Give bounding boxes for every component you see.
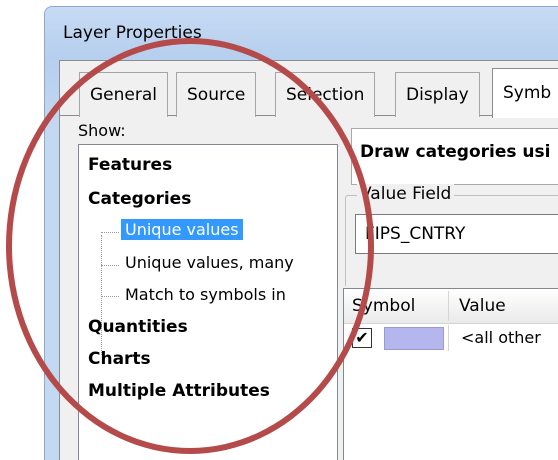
tree-item-unique-values-many[interactable]: Unique values, many — [125, 253, 294, 272]
tree-item-match-to-symbols[interactable]: Match to symbols in — [125, 285, 286, 304]
tree-connector — [101, 296, 119, 297]
tree-item-multiple-attributes[interactable]: Multiple Attributes — [88, 381, 270, 401]
column-divider[interactable] — [448, 291, 449, 321]
show-label: Show: — [78, 121, 126, 140]
value-field-label: Value Field — [357, 184, 455, 204]
value-field-select[interactable]: FIPS_CNTRY — [355, 214, 558, 254]
tree-item-quantities[interactable]: Quantities — [88, 317, 188, 337]
grid-header: Symbol Value — [344, 289, 558, 324]
tree-item-categories[interactable]: Categories — [88, 189, 191, 209]
symbol-value-grid[interactable]: Symbol Value ✔ <all other — [343, 288, 558, 460]
tab-selection[interactable]: Selection — [275, 72, 376, 117]
tab-general[interactable]: General — [79, 72, 168, 117]
column-header-symbol[interactable]: Symbol — [352, 296, 415, 316]
show-tree[interactable]: Features Categories Unique values Unique… — [78, 144, 338, 460]
draw-categories-text: Draw categories usi — [360, 142, 551, 162]
table-row[interactable]: ✔ <all other — [344, 325, 558, 351]
row-value[interactable]: <all other — [461, 328, 541, 347]
symbol-swatch[interactable] — [384, 327, 444, 350]
window-title: Layer Properties — [63, 23, 202, 43]
tree-item-unique-values[interactable]: Unique values — [121, 219, 243, 240]
tree-connector — [101, 232, 119, 233]
tree-item-features[interactable]: Features — [88, 155, 172, 175]
tree-item-charts[interactable]: Charts — [88, 349, 151, 369]
value-field-value: FIPS_CNTRY — [365, 224, 466, 244]
draw-categories-header: Draw categories usi — [351, 128, 558, 185]
tab-symbology[interactable]: Symb — [492, 68, 558, 118]
tab-source[interactable]: Source — [176, 72, 257, 117]
tree-connector — [101, 235, 102, 355]
tab-display[interactable]: Display — [395, 72, 480, 117]
row-visibility-checkbox[interactable]: ✔ — [352, 328, 372, 348]
column-header-value[interactable]: Value — [459, 296, 506, 316]
tree-connector — [101, 265, 119, 266]
column-divider — [448, 325, 449, 351]
